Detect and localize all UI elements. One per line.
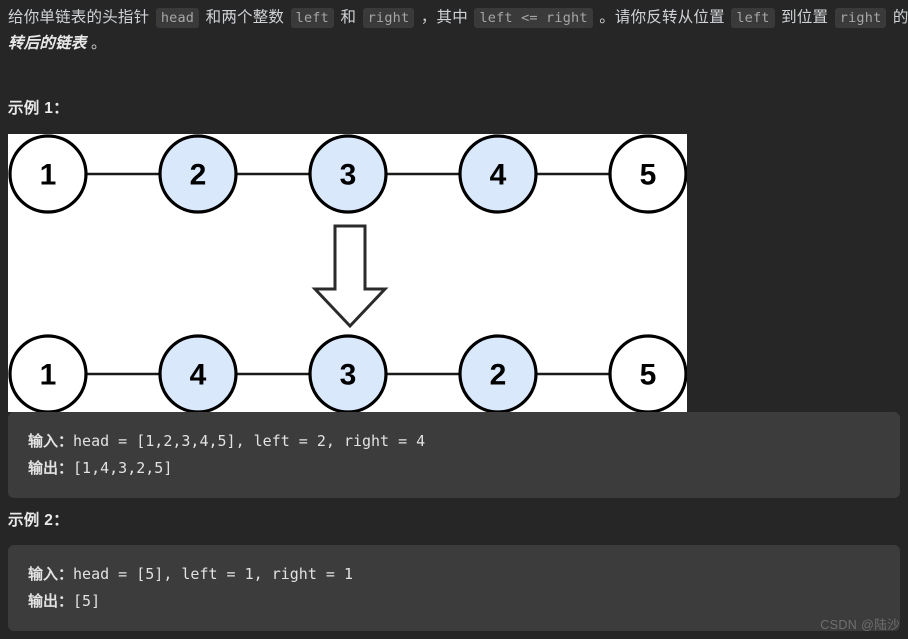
example-1-output-line: 输出：[1,4,3,2,5]	[28, 455, 882, 482]
example-2-input-value: head = [5], left = 1, right = 1	[73, 565, 353, 583]
example-2-output-value: [5]	[73, 592, 101, 610]
node-after-4: 5	[608, 334, 687, 412]
statement-part-4: ，其中	[416, 9, 473, 26]
node-after-0: 1	[8, 334, 88, 412]
inline-code-right-2: right	[834, 8, 887, 28]
example-1-heading: 示例 1：	[8, 100, 69, 117]
node-before-0-label: 1	[40, 159, 57, 192]
node-before-4-label: 5	[640, 159, 657, 192]
watermark: CSDN @陆沙	[820, 618, 900, 632]
inline-code-left-2: left	[731, 8, 775, 28]
inline-code-constraint: left <= right	[474, 8, 593, 28]
example-1-output-value: [1,4,3,2,5]	[73, 459, 173, 477]
example-1-input-line: 输入：head = [1,2,3,4,5], left = 2, right =…	[28, 428, 882, 455]
node-after-0-label: 1	[40, 359, 57, 392]
statement-part-8: 。	[86, 35, 107, 52]
linked-list-diagram: 1 2 3 4 5 1 4 3 2 5	[8, 134, 687, 412]
node-after-1: 4	[158, 334, 238, 412]
node-after-2: 3	[308, 334, 388, 412]
inline-code-left-1: left	[290, 8, 334, 28]
node-after-3: 2	[458, 334, 538, 412]
node-before-1-label: 2	[190, 159, 207, 192]
node-after-2-label: 3	[340, 359, 357, 392]
statement-part-2: 和两个整数	[201, 9, 289, 26]
example-1-output-label: 输出：	[28, 459, 74, 477]
node-before-3: 4	[458, 134, 538, 214]
example-2-output-label: 输出：	[28, 592, 74, 610]
statement-part-5: 。请你反转从位置	[594, 9, 730, 26]
example-1-code-block: 输入：head = [1,2,3,4,5], left = 2, right =…	[8, 412, 900, 498]
node-before-4: 5	[608, 134, 687, 214]
node-before-3-label: 4	[490, 159, 507, 192]
example-2-heading: 示例 2：	[8, 512, 69, 529]
statement-part-3: 和	[335, 9, 361, 26]
node-before-2-label: 3	[340, 159, 357, 192]
problem-page: 给你单链表的头指针 head 和两个整数 left 和 right ，其中 le…	[0, 0, 908, 639]
down-arrow-icon	[311, 224, 389, 329]
example-2-input-label: 输入：	[28, 565, 74, 583]
node-before-0: 1	[8, 134, 88, 214]
node-before-1: 2	[158, 134, 238, 214]
inline-code-head: head	[155, 8, 200, 28]
diagram-svg: 1 2 3 4 5 1 4 3 2 5	[8, 134, 687, 412]
statement-part-7: 的链表节点，返回	[892, 9, 908, 26]
statement-part-1: 给你单链表的头指针	[8, 9, 154, 26]
problem-statement: 给你单链表的头指针 head 和两个整数 left 和 right ，其中 le…	[8, 5, 908, 57]
example-1-input-label: 输入：	[28, 432, 74, 450]
node-before-2: 3	[308, 134, 388, 214]
example-2-input-line: 输入：head = [5], left = 1, right = 1	[28, 561, 882, 588]
statement-part-6: 到位置	[776, 9, 833, 26]
example-2-output-line: 输出：[5]	[28, 588, 882, 615]
example-2-code-block: 输入：head = [5], left = 1, right = 1 输出：[5]	[8, 545, 900, 631]
node-after-4-label: 5	[640, 359, 657, 392]
node-after-3-label: 2	[490, 359, 507, 392]
node-after-1-label: 4	[190, 359, 207, 392]
example-1-input-value: head = [1,2,3,4,5], left = 2, right = 4	[73, 432, 426, 450]
inline-code-right-1: right	[362, 8, 415, 28]
